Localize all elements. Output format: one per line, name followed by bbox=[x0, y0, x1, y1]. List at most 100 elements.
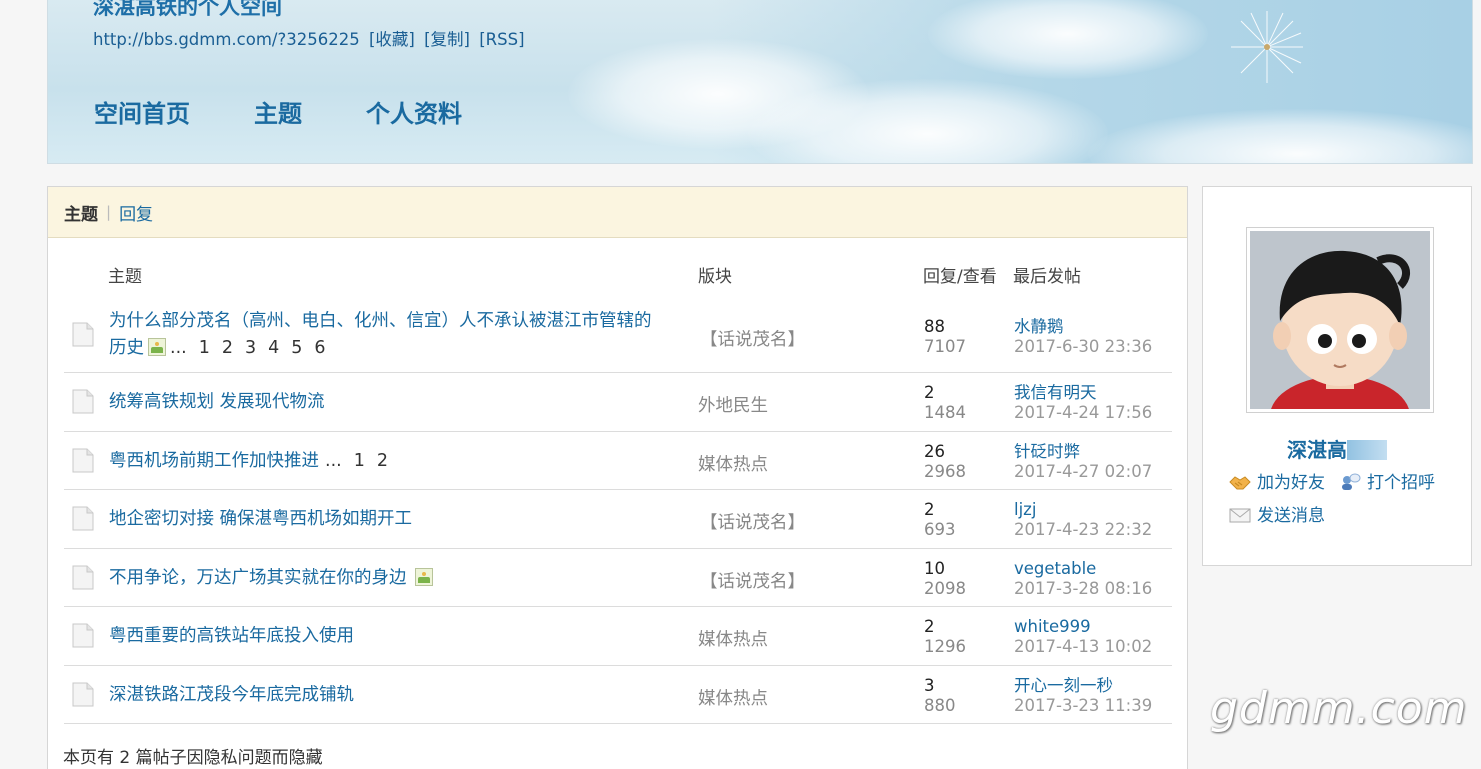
table-row: 粤西机场前期工作加快推进... 1 2 媒体热点 26 2968 针砭时弊 2017… bbox=[64, 432, 1172, 490]
send-message-button[interactable]: 发送消息 bbox=[1229, 501, 1325, 526]
topic-subject[interactable]: 统筹高铁规划 发展现代物流 bbox=[109, 389, 679, 416]
table-row: 不用争论，万达广场其实就在你的身边 【话说茂名】 10 2098 vegetab… bbox=[64, 549, 1172, 607]
reply-count: 2 bbox=[924, 383, 935, 402]
document-icon bbox=[72, 565, 94, 589]
favorite-link[interactable]: [收藏] bbox=[369, 30, 415, 49]
document-icon bbox=[72, 506, 94, 531]
last-post-time: 2017-4-23 22:32 bbox=[1014, 520, 1153, 539]
page-link[interactable]: 6 bbox=[314, 338, 325, 358]
last-post: 开心一刻一秒 2017-3-23 11:39 bbox=[1014, 676, 1152, 716]
last-post: vegetable 2017-3-28 08:16 bbox=[1014, 559, 1152, 599]
topic-subject[interactable]: 地企密切对接 确保湛粤西机场如期开工 bbox=[109, 506, 679, 533]
topic-subject[interactable]: 粤西重要的高铁站年底投入使用 bbox=[109, 623, 679, 650]
tab-topics[interactable]: 主题 bbox=[64, 200, 98, 225]
reply-count: 2 bbox=[924, 500, 935, 519]
site-watermark: gdmm.com bbox=[1210, 683, 1468, 734]
document-icon bbox=[72, 448, 94, 472]
topic-stats: 3 880 bbox=[924, 676, 956, 716]
reply-count: 2 bbox=[924, 617, 935, 636]
view-count: 1484 bbox=[924, 403, 966, 422]
topic-forum[interactable]: 【话说茂名】 bbox=[700, 568, 805, 593]
profile-username[interactable]: 深湛高 bbox=[1203, 434, 1471, 463]
document-icon bbox=[72, 322, 94, 347]
space-header-banner: 深湛高铁的个人空间 http://bbs.gdmm.com/?3256225 [… bbox=[47, 0, 1473, 164]
col-subject: 主题 bbox=[108, 267, 142, 287]
topic-subject[interactable]: 深湛铁路江茂段今年底完成铺轨 bbox=[109, 682, 679, 709]
view-count: 2098 bbox=[924, 578, 966, 598]
last-post-time: 2017-4-24 17:56 bbox=[1014, 403, 1153, 422]
topic-forum[interactable]: 【话说茂名】 bbox=[700, 509, 805, 534]
last-post: 针砭时弊 2017-4-27 02:07 bbox=[1014, 442, 1152, 482]
greet-button[interactable]: 打个招呼 bbox=[1339, 468, 1435, 493]
view-count: 693 bbox=[924, 520, 956, 539]
rss-link[interactable]: [RSS] bbox=[479, 30, 524, 49]
profile-card: 深湛高 加为好友 打个招呼 发送消息 bbox=[1202, 186, 1472, 566]
topic-stats: 88 7107 bbox=[924, 317, 966, 357]
last-post-time: 2017-4-13 10:02 bbox=[1014, 637, 1153, 656]
page-link[interactable]: 2 bbox=[222, 338, 233, 358]
topic-stats: 2 1484 bbox=[924, 383, 966, 423]
topic-pages: ... 1 2 3 4 5 6 bbox=[170, 338, 326, 358]
chat-user-icon bbox=[1342, 473, 1361, 490]
topic-pages: ... 1 2 bbox=[325, 450, 388, 471]
last-post-user[interactable]: 针砭时弊 bbox=[1014, 442, 1152, 462]
page-link[interactable]: 1 bbox=[354, 451, 365, 471]
page-link[interactable]: 5 bbox=[291, 338, 302, 358]
view-count: 1296 bbox=[924, 637, 966, 656]
tab-replies[interactable]: 回复 bbox=[119, 200, 153, 225]
last-post-user[interactable]: 我信有明天 bbox=[1014, 383, 1152, 403]
image-attachment-icon bbox=[148, 338, 166, 356]
last-post-time: 2017-4-27 02:07 bbox=[1014, 461, 1153, 481]
image-attachment-icon bbox=[414, 567, 433, 586]
topic-forum[interactable]: 媒体热点 bbox=[698, 685, 768, 710]
topic-tabs: 主题 | 回复 bbox=[48, 187, 1187, 238]
table-row: 为什么部分茂名（高州、电白、化州、信宜）人不承认被湛江市管辖的 历史... 1 2 3… bbox=[64, 303, 1172, 373]
topic-forum[interactable]: 外地民生 bbox=[698, 392, 768, 417]
topic-subject[interactable]: 不用争论，万达广场其实就在你的身边 bbox=[109, 565, 679, 592]
avatar[interactable] bbox=[1246, 227, 1434, 413]
last-post-time: 2017-6-30 23:36 bbox=[1014, 337, 1153, 356]
last-post-user[interactable]: ljzj bbox=[1014, 500, 1152, 520]
space-nav: 空间首页 主题 个人资料 bbox=[94, 94, 526, 129]
topic-stats: 26 2968 bbox=[924, 442, 966, 482]
last-post: 水静鹅 2017-6-30 23:36 bbox=[1014, 317, 1152, 357]
space-url[interactable]: http://bbs.gdmm.com/?3256225 bbox=[93, 30, 360, 49]
table-row: 统筹高铁规划 发展现代物流 外地民生 2 1484 我信有明天 2017-4-2… bbox=[64, 373, 1172, 432]
last-post-time: 2017-3-23 11:39 bbox=[1014, 695, 1153, 715]
last-post: white999 2017-4-13 10:02 bbox=[1014, 617, 1152, 657]
topic-forum[interactable]: 媒体热点 bbox=[698, 626, 768, 651]
last-post-user[interactable]: white999 bbox=[1014, 617, 1152, 637]
topic-subject[interactable]: 粤西机场前期工作加快推进... 1 2 bbox=[109, 448, 679, 475]
reply-count: 26 bbox=[924, 441, 945, 461]
handshake-icon bbox=[1229, 476, 1251, 490]
hidden-posts-note: 本页有 2 篇帖子因隐私问题而隐藏 bbox=[63, 748, 323, 768]
add-friend-button[interactable]: 加为好友 bbox=[1229, 468, 1325, 493]
view-count: 7107 bbox=[924, 337, 966, 356]
page-link[interactable]: 1 bbox=[199, 338, 210, 358]
cartoon-avatar-icon bbox=[1250, 231, 1430, 409]
nav-topics[interactable]: 主题 bbox=[254, 94, 302, 129]
reply-count: 10 bbox=[924, 558, 945, 578]
page-link[interactable]: 4 bbox=[268, 338, 279, 358]
copy-link[interactable]: [复制] bbox=[424, 30, 470, 49]
nav-space-home[interactable]: 空间首页 bbox=[94, 94, 190, 129]
page-link[interactable]: 3 bbox=[245, 338, 256, 358]
last-post-user[interactable]: vegetable bbox=[1014, 559, 1152, 579]
topic-subject[interactable]: 为什么部分茂名（高州、电白、化州、信宜）人不承认被湛江市管辖的 历史... 1 2 3… bbox=[109, 308, 679, 362]
topic-forum[interactable]: 媒体热点 bbox=[698, 451, 768, 476]
last-post-user[interactable]: 水静鹅 bbox=[1014, 317, 1152, 337]
tab-separator: | bbox=[106, 203, 112, 221]
table-row: 粤西重要的高铁站年底投入使用 媒体热点 2 1296 white999 2017… bbox=[64, 607, 1172, 666]
last-post-time: 2017-3-28 08:16 bbox=[1014, 578, 1153, 598]
last-post: ljzj 2017-4-23 22:32 bbox=[1014, 500, 1152, 540]
topic-forum[interactable]: 【话说茂名】 bbox=[700, 326, 805, 351]
nav-profile[interactable]: 个人资料 bbox=[366, 94, 462, 129]
page-link[interactable]: 2 bbox=[377, 451, 388, 471]
topic-list: 为什么部分茂名（高州、电白、化州、信宜）人不承认被湛江市管辖的 历史... 1 2 3… bbox=[64, 303, 1172, 724]
reply-count: 88 bbox=[924, 317, 945, 336]
last-post-user[interactable]: 开心一刻一秒 bbox=[1014, 676, 1152, 696]
redacted-blur bbox=[1347, 440, 1387, 460]
topic-stats: 2 693 bbox=[924, 500, 956, 540]
last-post: 我信有明天 2017-4-24 17:56 bbox=[1014, 383, 1152, 423]
space-title: 深湛高铁的个人空间 bbox=[93, 0, 282, 19]
